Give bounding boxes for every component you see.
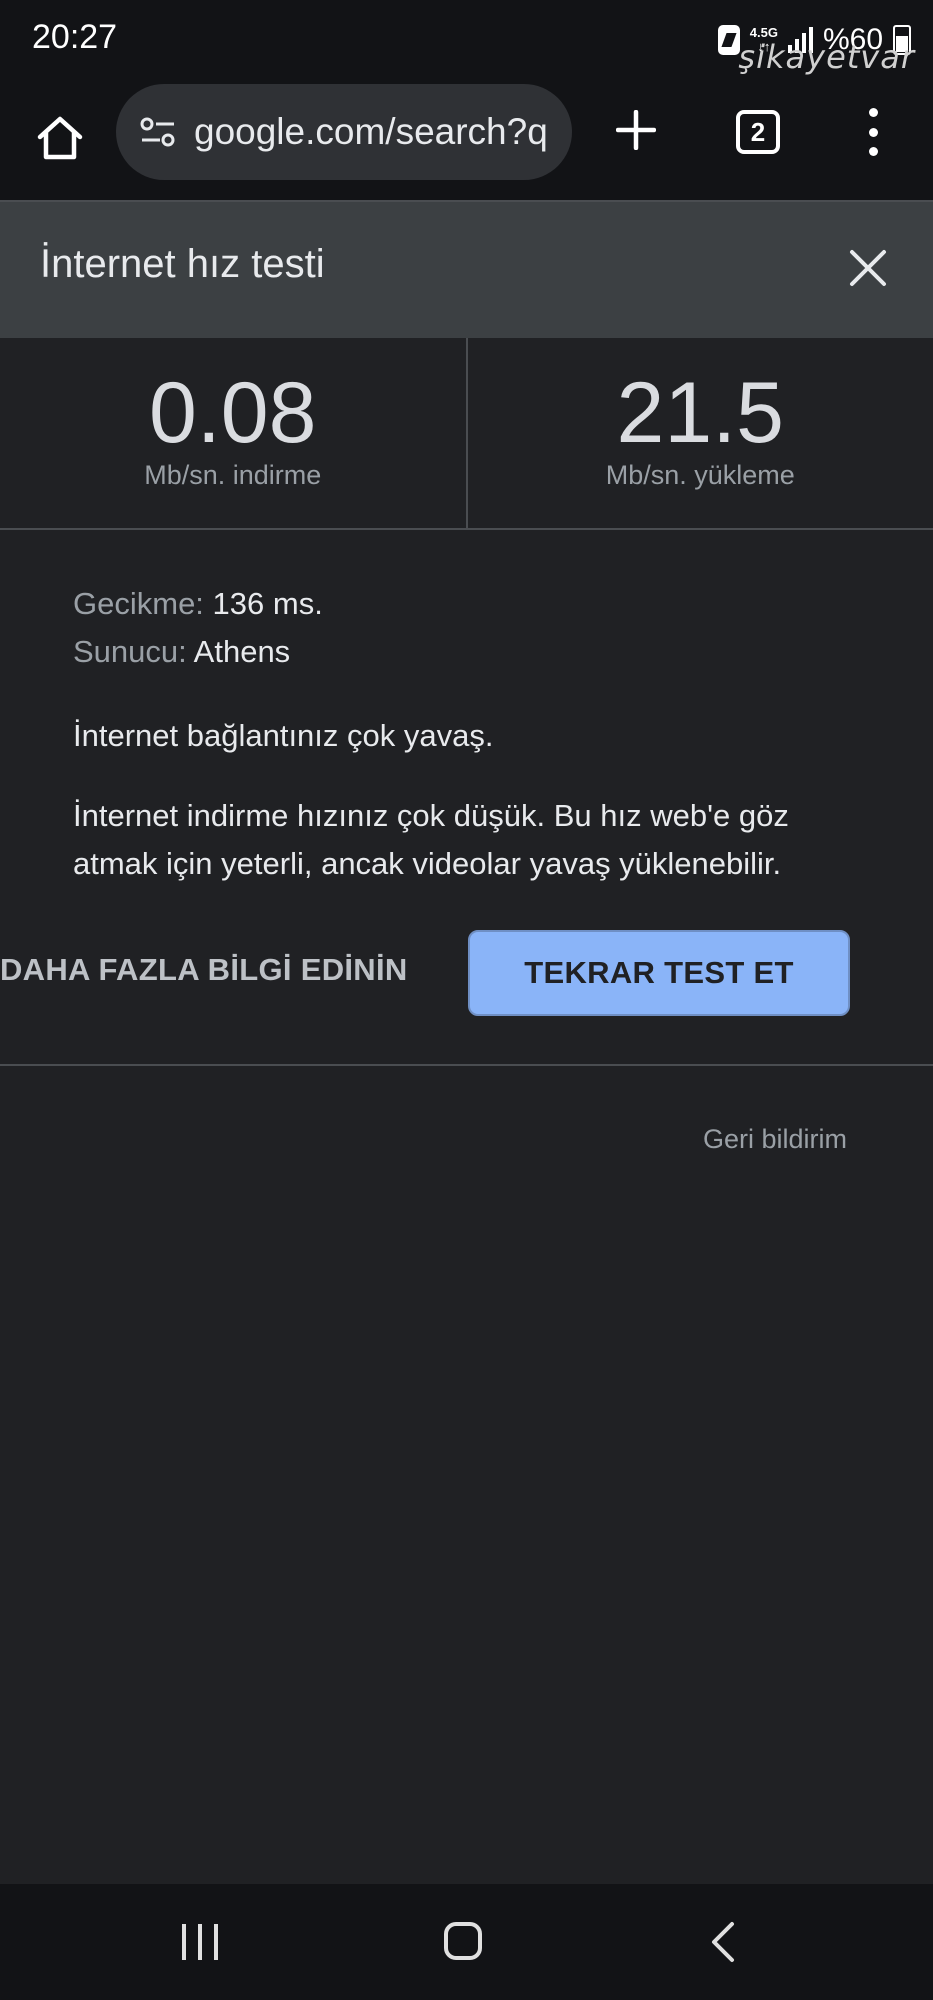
recents-button[interactable]	[182, 1924, 218, 1960]
download-value: 0.08	[149, 365, 317, 461]
home-icon	[37, 116, 83, 160]
learn-more-button[interactable]: DAHA FAZLA BİLGİ EDİNİN	[0, 952, 408, 988]
home-nav-button[interactable]	[444, 1922, 482, 1960]
more-vert-icon	[868, 108, 878, 117]
download-speed: 0.08 Mb/sn. indirme	[0, 338, 466, 528]
server-label: Sunucu:	[73, 634, 187, 669]
system-nav-bar	[0, 1884, 933, 2000]
more-menu-button[interactable]	[858, 104, 888, 160]
feedback-link[interactable]: Geri bildirim	[703, 1124, 847, 1155]
connection-explanation: İnternet indirme hızınız çok düşük. Bu h…	[73, 798, 789, 881]
battery-saver-icon	[717, 25, 740, 55]
tab-switcher-button[interactable]: 2	[736, 110, 780, 154]
upload-value: 21.5	[616, 365, 784, 461]
retest-button[interactable]: TEKRAR TEST ET	[468, 930, 850, 1016]
back-icon[interactable]	[708, 1920, 738, 1964]
site-settings-icon[interactable]	[138, 112, 178, 152]
divider	[0, 1064, 933, 1066]
tab-count: 2	[750, 116, 766, 147]
connection-summary: İnternet bağlantınız çok yavaş.	[73, 718, 494, 753]
latency-row: Gecikme: 136 ms.	[73, 580, 873, 628]
close-icon[interactable]	[846, 246, 890, 290]
upload-speed: 21.5 Mb/sn. yükleme	[465, 338, 933, 528]
latency-label: Gecikme:	[73, 586, 204, 621]
status-time: 20:27	[32, 18, 118, 56]
speed-test-header: İnternet hız testi	[0, 200, 933, 338]
recents-icon	[182, 1924, 186, 1960]
download-unit: Mb/sn. indirme	[144, 460, 322, 490]
server-row: Sunucu: Athens	[73, 628, 873, 676]
status-bar: 20:27 4.5G ↓↑ %60 şikayetvar	[0, 0, 933, 82]
plus-icon	[616, 110, 656, 150]
browser-toolbar: google.com/search?q 2	[0, 82, 933, 200]
upload-unit: Mb/sn. yükleme	[605, 460, 795, 490]
home-button[interactable]	[30, 108, 90, 168]
watermark: şikayetvar	[738, 38, 915, 76]
page-title: İnternet hız testi	[40, 242, 325, 286]
latency-value: 136 ms.	[212, 586, 323, 621]
url-text[interactable]: google.com/search?q	[194, 111, 548, 153]
speed-results: 0.08 Mb/sn. indirme 21.5 Mb/sn. yükleme	[0, 338, 933, 530]
url-bar[interactable]: google.com/search?q	[116, 84, 572, 180]
server-value: Athens	[193, 634, 291, 669]
new-tab-button[interactable]	[606, 100, 666, 160]
test-details: Gecikme: 136 ms. Sunucu: Athens İnternet…	[73, 580, 873, 888]
